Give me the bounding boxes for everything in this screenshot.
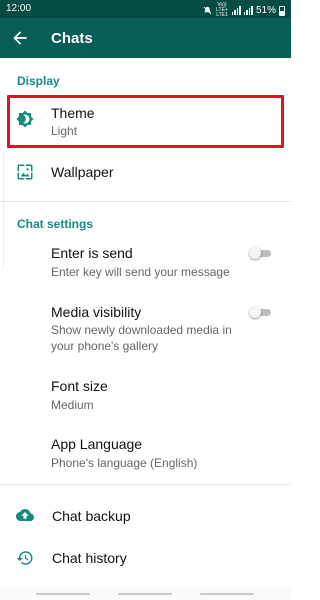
scroll-edge [0,150,4,270]
divider [0,484,291,485]
chat-backup-label: Chat backup [52,508,131,524]
mute-icon [203,6,212,15]
network-label: Vo)) LTE+ LTE1 [216,2,228,18]
setting-font-size[interactable]: Font size Medium [0,373,291,417]
app-language-label: App Language [51,436,143,452]
setting-chat-history[interactable]: Chat history [0,542,291,576]
setting-media-visibility[interactable]: Media visibility Show newly downloaded m… [0,300,291,358]
media-visibility-toggle[interactable] [249,306,272,318]
signal-icon [231,6,241,15]
wallpaper-label: Wallpaper [51,164,114,180]
setting-enter-is-send[interactable]: Enter is send Enter key will send your m… [0,240,291,284]
battery-icon [279,5,285,16]
arrow-left-icon[interactable] [10,28,30,48]
enter-is-send-label: Enter is send [51,245,133,261]
section-header-display: Display [17,74,60,88]
app-language-value: Phone's language (English) [51,456,198,470]
media-visibility-description: Show newly downloaded media in your phon… [51,323,232,353]
page-title: Chats [51,30,93,47]
battery-percent: 51% [255,5,276,16]
setting-wallpaper[interactable]: Wallpaper [0,152,291,192]
wallpaper-icon [17,164,33,180]
media-visibility-label: Media visibility [51,304,142,320]
font-size-label: Font size [51,378,108,394]
chat-history-label: Chat history [52,550,127,566]
font-size-value: Medium [51,398,94,412]
section-header-chat-settings: Chat settings [17,217,94,231]
divider [0,201,291,202]
status-bar: 12:00 Vo)) LTE+ LTE1 51% [0,0,291,18]
cloud-upload-icon [16,509,34,521]
highlight-box [7,95,284,148]
navigation-bar [0,588,291,600]
setting-chat-backup[interactable]: Chat backup [0,500,291,534]
app-bar: Chats [0,18,291,58]
status-icons: Vo)) LTE+ LTE1 51% [203,3,285,18]
setting-app-language[interactable]: App Language Phone's language (English) [0,432,291,476]
signal-icon-2 [243,6,253,15]
enter-is-send-toggle[interactable] [249,247,272,259]
history-icon [16,551,33,565]
enter-is-send-description: Enter key will send your message [51,265,230,279]
status-time: 12:00 [6,3,32,14]
